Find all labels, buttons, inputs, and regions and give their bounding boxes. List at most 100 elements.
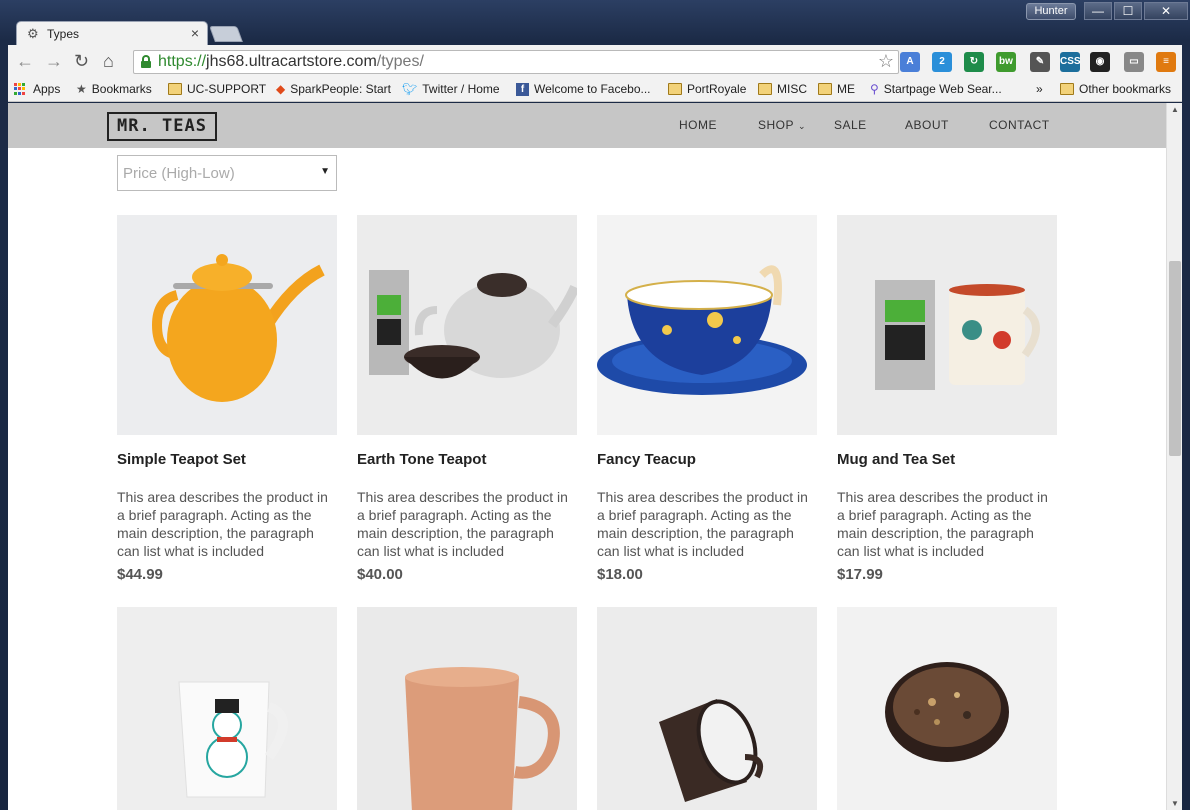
earth-teapot-image [369, 270, 577, 379]
vertical-scrollbar[interactable]: ▲ ▼ [1166, 103, 1182, 810]
nav-sale[interactable]: SALE [834, 118, 867, 132]
folder-icon [168, 83, 182, 95]
bookmark-uc-support[interactable]: UC-SUPPORT [168, 82, 266, 96]
colorwheel-icon[interactable]: ◉ [1090, 52, 1110, 72]
product-card[interactable]: Simple Teapot Set This area describes th… [117, 215, 337, 583]
product-image[interactable] [117, 607, 337, 810]
scroll-down-icon[interactable]: ▼ [1171, 799, 1179, 808]
product-price: $17.99 [837, 566, 883, 583]
scrollbar-thumb[interactable] [1169, 261, 1181, 456]
folder-icon [758, 83, 772, 95]
new-tab-button[interactable] [209, 26, 243, 42]
product-card[interactable] [597, 607, 817, 810]
refresh-ext-icon[interactable]: ↻ [964, 52, 984, 72]
fancy-teacup-image [597, 265, 807, 395]
startpage-icon: ⚲ [870, 82, 879, 96]
product-price: $18.00 [597, 566, 643, 583]
product-price: $40.00 [357, 566, 403, 583]
nav-home[interactable]: HOME [679, 118, 717, 132]
back-icon[interactable]: ← [16, 51, 34, 72]
page-viewport: MR. TEAS HOME SHOP ⌄ SALE ABOUT CONTACT P… [8, 103, 1166, 810]
bookmarks-bar: Apps ★ Bookmarks UC-SUPPORT ◆ SparkPeople:… [8, 78, 1182, 102]
eyedropper-icon[interactable]: ✎ [1030, 52, 1050, 72]
nav-shop[interactable]: SHOP ⌄ [758, 118, 806, 132]
site-header: MR. TEAS HOME SHOP ⌄ SALE ABOUT CONTACT [8, 103, 1166, 148]
product-description: This area describes the product in a bri… [837, 489, 1048, 559]
css-icon[interactable]: CSS [1060, 52, 1081, 72]
browser-toolbar: ← → ↻ ⌂ https://jhs68.ultracartstore.com… [8, 45, 1182, 78]
teapot-image [151, 254, 325, 402]
product-description: This area describes the product in a bri… [117, 489, 328, 559]
tab-types[interactable]: ⚙ Types × [16, 21, 208, 45]
product-image[interactable] [117, 215, 337, 435]
bookmark-misc[interactable]: MISC [758, 82, 807, 96]
bookmark-facebook[interactable]: f Welcome to Facebo... [516, 82, 651, 96]
folder-icon [668, 83, 682, 95]
product-card[interactable]: Earth Tone Teapot This area describes th… [357, 215, 577, 583]
bookmark-bookmarks[interactable]: ★ Bookmarks [76, 82, 152, 96]
product-card[interactable]: Fancy Teacup This area describes the pro… [597, 215, 817, 583]
bookmark-twitter[interactable]: 🐦︎ Twitter / Home [402, 82, 500, 96]
chevron-down-icon: ⌄ [798, 121, 807, 131]
home-icon[interactable]: ⌂ [103, 51, 114, 72]
product-description: This area describes the product in a bri… [357, 489, 568, 559]
address-bar[interactable]: https://jhs68.ultracartstore.com/types/ … [133, 50, 899, 74]
product-image[interactable] [357, 215, 577, 435]
sort-selected-value: Price (High-Low) [123, 165, 235, 182]
product-description: This area describes the product in a bri… [597, 489, 808, 559]
close-window-button[interactable]: ✕ [1144, 2, 1188, 20]
site-logo[interactable]: MR. TEAS [107, 112, 217, 141]
product-name[interactable]: Fancy Teacup [597, 451, 817, 468]
close-icon[interactable]: × [191, 25, 199, 41]
bookmark-startpage[interactable]: ⚲ Startpage Web Sear... [870, 82, 1002, 96]
star-icon: ★ [76, 82, 87, 96]
apps-icon [14, 83, 28, 95]
product-image[interactable] [837, 607, 1057, 810]
menu-icon[interactable]: ≡ [1156, 52, 1176, 72]
translate-icon[interactable]: A [900, 52, 920, 72]
folder-icon [818, 83, 832, 95]
product-name[interactable]: Mug and Tea Set [837, 451, 1057, 468]
product-image[interactable] [597, 215, 817, 435]
bookmark-other[interactable]: Other bookmarks [1060, 82, 1171, 96]
bookmark-apps[interactable]: Apps [14, 82, 60, 96]
product-name[interactable]: Simple Teapot Set [117, 451, 337, 468]
dropdown-arrow-icon: ▼ [320, 166, 330, 177]
snowman-mug-image [178, 681, 288, 798]
profile-button[interactable]: Hunter [1026, 3, 1076, 20]
product-image[interactable] [837, 215, 1057, 435]
maximize-button[interactable]: ☐ [1114, 2, 1142, 20]
skype-icon[interactable]: 2 [932, 52, 952, 72]
nav-contact[interactable]: CONTACT [989, 118, 1050, 132]
nav-shop-label: SHOP [758, 118, 795, 132]
bookmark-portroyale[interactable]: PortRoyale [668, 82, 746, 96]
forward-icon[interactable]: → [45, 51, 63, 72]
product-card[interactable] [357, 607, 577, 810]
folder-icon [1060, 83, 1074, 95]
bookmarks-overflow-button[interactable]: » [1036, 82, 1043, 96]
reload-icon[interactable]: ↻ [74, 51, 89, 72]
nav-about[interactable]: ABOUT [905, 118, 949, 132]
peach-mug-image [405, 667, 560, 810]
product-name[interactable]: Earth Tone Teapot [357, 451, 577, 468]
bookmark-sparkpeople[interactable]: ◆ SparkPeople: Start [276, 82, 391, 96]
dark-cup-image [659, 699, 763, 802]
minimize-button[interactable]: — [1084, 2, 1112, 20]
bw-icon[interactable]: bw [996, 52, 1016, 72]
product-price: $44.99 [117, 566, 163, 583]
product-card[interactable] [837, 607, 1057, 810]
cast-icon[interactable]: ▭ [1124, 52, 1144, 72]
url-text: https://jhs68.ultracartstore.com/types/ [158, 53, 424, 70]
product-card[interactable]: Mug and Tea Set This area describes the … [837, 215, 1057, 583]
mug-and-tea-image [875, 280, 1040, 390]
bookmark-star-icon[interactable]: ☆ [878, 51, 894, 72]
product-card[interactable] [117, 607, 337, 810]
window-controls: — ☐ ✕ [1084, 2, 1190, 20]
sort-dropdown[interactable]: Price (High-Low) ▼ [117, 155, 337, 191]
product-image[interactable] [597, 607, 817, 810]
product-image[interactable] [357, 607, 577, 810]
scroll-up-icon[interactable]: ▲ [1171, 105, 1179, 114]
gear-icon: ⚙ [27, 26, 39, 41]
bookmark-me[interactable]: ME [818, 82, 855, 96]
twitter-icon: 🐦︎ [402, 82, 418, 96]
